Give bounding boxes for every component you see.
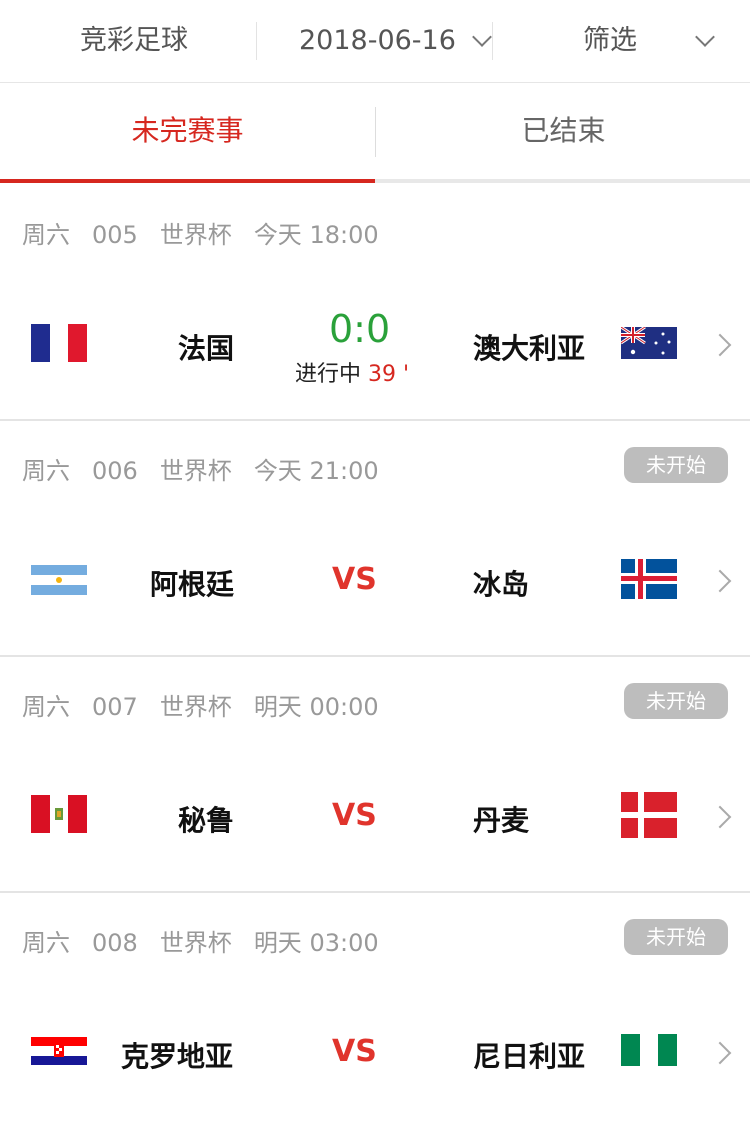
home-team-name: 阿根廷 (150, 568, 235, 601)
match-league: 世界杯 (159, 221, 232, 249)
away-team-name: 澳大利亚 (473, 332, 586, 365)
france-flag-icon (31, 324, 87, 362)
peru-flag-icon (31, 795, 87, 833)
match-day: 周六 (22, 221, 70, 249)
match-code: 006 (92, 457, 138, 485)
iceland-flag-icon (621, 559, 677, 599)
home-team-name: 法国 (178, 332, 235, 365)
status-badge: 未开始 (624, 683, 728, 719)
match-score: 0:0 (329, 307, 391, 351)
match-status: 进行中 39 ' (295, 356, 409, 388)
australia-flag-icon (621, 327, 677, 359)
match-code: 005 (92, 221, 138, 249)
match-code: 007 (92, 693, 138, 721)
divider (492, 22, 493, 60)
match-day: 周六 (22, 693, 70, 721)
top-bar: 竞彩足球 2018-06-16 筛选 (0, 0, 750, 83)
home-team-name: 克罗地亚 (121, 1040, 234, 1073)
croatia-flag-icon (31, 1037, 87, 1065)
match-day: 周六 (22, 929, 70, 957)
match-code: 008 (92, 929, 138, 957)
date-label: 2018-06-16 (299, 25, 456, 56)
match-league: 世界杯 (159, 457, 232, 485)
filter-dropdown[interactable] (695, 0, 715, 82)
match-row[interactable]: 周六 008 世界杯 明天 03:00 未开始 克罗地亚 VS 尼日利亚 (0, 891, 750, 1127)
tab-finished[interactable]: 已结束 (376, 83, 750, 179)
chevron-right-icon[interactable] (708, 333, 732, 357)
match-minute: 39 ' (368, 362, 410, 387)
nigeria-flag-icon (621, 1034, 677, 1066)
status-label: 进行中 (295, 362, 362, 387)
chevron-right-icon[interactable] (708, 569, 732, 593)
vs-label: VS (332, 562, 377, 597)
chevron-down-icon (471, 26, 492, 47)
tab-unfinished[interactable]: 未完赛事 (0, 83, 375, 179)
chevron-down-icon (695, 26, 715, 47)
away-team-name: 冰岛 (473, 568, 530, 601)
match-row[interactable]: 周六 006 世界杯 今天 21:00 未开始 阿根廷 VS 冰岛 (0, 419, 750, 657)
status-badge: 未开始 (624, 919, 728, 955)
match-time: 今天 21:00 (253, 457, 379, 485)
match-day: 周六 (22, 457, 70, 485)
match-tabs: 未完赛事 已结束 (0, 83, 750, 183)
chevron-right-icon[interactable] (708, 1041, 732, 1065)
divider (256, 22, 257, 60)
match-league: 世界杯 (159, 929, 232, 957)
match-time: 明天 00:00 (253, 693, 379, 721)
home-team-name: 秘鲁 (178, 804, 235, 837)
away-team-name: 丹麦 (473, 804, 530, 837)
match-meta: 周六 005 世界杯 今天 18:00 (22, 215, 401, 250)
vs-label: VS (332, 798, 377, 833)
match-row[interactable]: 周六 007 世界杯 明天 00:00 未开始 秘鲁 VS 丹麦 (0, 655, 750, 893)
match-meta: 周六 006 世界杯 今天 21:00 (22, 451, 401, 486)
match-time: 今天 18:00 (253, 221, 379, 249)
match-row[interactable]: 周六 005 世界杯 今天 18:00 法国 0:0 进行中 39 ' 澳大利亚 (0, 183, 750, 421)
filter-button[interactable]: 筛选 (583, 0, 637, 82)
match-league: 世界杯 (159, 693, 232, 721)
vs-label: VS (332, 1034, 377, 1069)
status-badge: 未开始 (624, 447, 728, 483)
chevron-right-icon[interactable] (708, 805, 732, 829)
date-selector[interactable]: 2018-06-16 (299, 0, 492, 82)
match-time: 明天 03:00 (253, 929, 379, 957)
match-meta: 周六 008 世界杯 明天 03:00 (22, 923, 401, 958)
argentina-flag-icon (31, 565, 87, 595)
away-team-name: 尼日利亚 (473, 1040, 586, 1073)
denmark-flag-icon (621, 792, 677, 838)
lottery-type-label[interactable]: 竞彩足球 (80, 0, 188, 82)
match-meta: 周六 007 世界杯 明天 00:00 (22, 687, 401, 722)
